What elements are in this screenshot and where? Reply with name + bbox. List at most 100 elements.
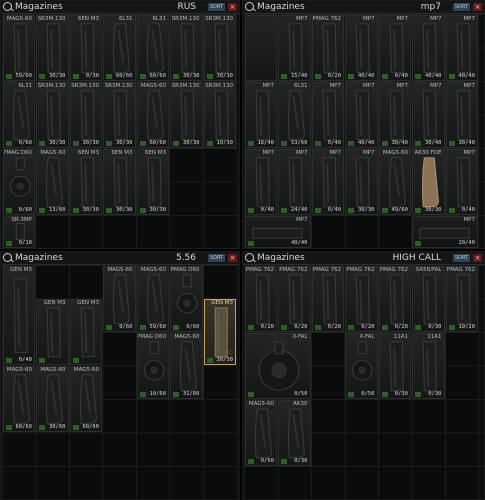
magazine-item[interactable]: PMAG 762 0/20 bbox=[345, 265, 378, 332]
magazine-item[interactable]: PMAG 762 0/20 bbox=[378, 265, 411, 332]
magazine-item[interactable]: MP7 15/40 bbox=[278, 14, 311, 81]
magazine-item[interactable]: SR3M.130 10/30 bbox=[203, 81, 236, 148]
magazine-item[interactable]: 6L31 53/60 bbox=[278, 81, 311, 148]
magazine-item[interactable]: 6EN M3 0/30 bbox=[69, 14, 102, 81]
found-in-raid-icon bbox=[314, 324, 321, 330]
search-icon[interactable] bbox=[3, 253, 12, 262]
magazine-item[interactable]: MAG5-60 60/60 bbox=[69, 366, 102, 432]
item-name: MAG5-60 bbox=[140, 82, 166, 89]
magazine-item[interactable]: MP7 40/40 bbox=[244, 215, 311, 248]
found-in-raid-icon bbox=[5, 241, 12, 246]
magazine-item[interactable]: SR3M.130 30/30 bbox=[103, 81, 136, 148]
magazine-item[interactable]: MP7 40/40 bbox=[345, 81, 378, 148]
magazine-item[interactable]: AK30 0/30 bbox=[278, 399, 311, 466]
magazine-item[interactable]: MP7 0/40 bbox=[244, 148, 277, 215]
magazine-icon bbox=[45, 374, 63, 425]
filter-label: HIGH CALL bbox=[392, 253, 442, 263]
magazine-item[interactable]: X-FAL 0/50 bbox=[345, 332, 378, 399]
magazine-item[interactable]: PMAG 762 0/20 bbox=[311, 265, 344, 332]
magazine-item[interactable]: PMAG 762 19/20 bbox=[445, 265, 478, 332]
item-name: 6L31 bbox=[152, 15, 166, 22]
found-in-raid-icon bbox=[5, 140, 12, 146]
sort-button[interactable]: SORT bbox=[452, 254, 470, 262]
magazine-icon bbox=[389, 89, 404, 140]
magazine-item[interactable]: PMAG 762 0/20 bbox=[278, 265, 311, 332]
magazine-item[interactable]: MP7 0/40 bbox=[311, 148, 344, 215]
magazine-item[interactable]: MAG5-60 49/60 bbox=[378, 148, 411, 215]
magazine-item[interactable]: PMAG D60 0/60 bbox=[170, 265, 203, 332]
close-button[interactable]: × bbox=[473, 3, 482, 11]
magazine-item[interactable]: MAG5-60 0/60 bbox=[244, 399, 277, 466]
search-icon[interactable] bbox=[245, 253, 254, 262]
magazine-item[interactable]: AK30 FDE 30/30 bbox=[412, 148, 445, 215]
magazine-item[interactable]: SR3M.130 30/30 bbox=[36, 14, 69, 81]
magazine-icon bbox=[255, 89, 270, 140]
ammo-count: 0/60 bbox=[18, 139, 32, 146]
magazine-item[interactable]: 6L31 60/60 bbox=[103, 14, 136, 81]
magazine-item[interactable]: MP7 0/40 bbox=[378, 14, 411, 81]
item-name: 6EN M3 bbox=[77, 15, 99, 22]
search-icon[interactable] bbox=[245, 2, 254, 11]
ammo-count: 30/60 bbox=[48, 424, 66, 430]
close-button[interactable]: × bbox=[473, 254, 482, 262]
magazine-item[interactable] bbox=[244, 14, 277, 81]
found-in-raid-icon bbox=[281, 324, 287, 330]
magazine-icon bbox=[288, 273, 303, 324]
magazine-item[interactable]: SR3M.130 30/30 bbox=[203, 14, 236, 81]
ammo-count: 0/30 bbox=[394, 390, 408, 397]
magazine-item[interactable]: PMAG D60 10/60 bbox=[136, 332, 169, 399]
magazine-item[interactable]: MP7 30/30 bbox=[345, 148, 378, 215]
magazine-item[interactable]: 11A1 0/30 bbox=[378, 332, 411, 399]
magazine-item[interactable]: 6EN M3 30/30 bbox=[136, 148, 169, 215]
magazine-item[interactable]: PMAG D60 0/60 bbox=[2, 148, 35, 215]
magazine-item[interactable]: X-FAL 0/50 bbox=[244, 332, 311, 399]
magazine-item[interactable]: MAG5-60 0/60 bbox=[103, 265, 136, 332]
close-button[interactable]: × bbox=[228, 254, 237, 262]
magazine-item[interactable]: SR3M.130 30/30 bbox=[170, 14, 203, 81]
sort-button[interactable]: SORT bbox=[207, 254, 225, 262]
sort-button[interactable]: SORT bbox=[452, 3, 470, 11]
magazine-item[interactable]: 6L31 60/60 bbox=[136, 14, 169, 81]
magazine-item[interactable]: 6EN M3 30/30 bbox=[69, 148, 102, 215]
magazine-item[interactable]: 6EN M3 30/30 bbox=[103, 148, 136, 215]
sort-button[interactable]: SORT bbox=[207, 3, 225, 11]
found-in-raid-icon bbox=[173, 73, 179, 79]
magazine-item[interactable]: MP7 0/40 bbox=[445, 148, 478, 215]
magazine-item[interactable]: MAG5-60 30/60 bbox=[36, 366, 69, 432]
magazine-item[interactable]: SR3M.130 30/30 bbox=[69, 81, 102, 148]
item-name: MP7 bbox=[262, 149, 274, 156]
magazine-item[interactable]: SR3M.130 30/30 bbox=[170, 81, 203, 148]
close-button[interactable]: × bbox=[228, 3, 237, 11]
magazine-item[interactable]: SA58/FAL 0/30 bbox=[412, 265, 445, 332]
magazine-item[interactable]: GEN M3 30/30 ♡ bbox=[203, 299, 236, 365]
magazine-item[interactable]: MP7 40/40 bbox=[412, 14, 445, 81]
magazine-item[interactable]: GEN M3 bbox=[36, 299, 69, 365]
magazine-item[interactable]: GEN M3 bbox=[69, 299, 102, 365]
item-grid: MAG5-60 59/60 SR3M.130 30/30 6EN M3 0/30 6L31 6… bbox=[2, 14, 238, 248]
magazine-item[interactable]: MP7 40/40 bbox=[445, 14, 478, 81]
magazine-item[interactable]: MP7 20/40 bbox=[412, 215, 478, 248]
magazine-item[interactable]: MAG5-60 13/60 bbox=[36, 148, 69, 215]
magazine-item[interactable]: PMAG 762 0/20 bbox=[244, 265, 277, 332]
magazine-item[interactable]: SR-3MP 0/10 bbox=[2, 215, 35, 248]
magazine-item[interactable]: MAG5-60 59/60 bbox=[136, 265, 169, 332]
magazine-item[interactable]: MAG5-60 59/60 bbox=[2, 14, 35, 81]
magazine-item[interactable]: MP7 0/40 bbox=[311, 81, 344, 148]
ammo-count: 60/60 bbox=[115, 72, 133, 79]
magazine-item[interactable]: MP7 30/40 bbox=[412, 81, 445, 148]
ammo-count: 30/30 bbox=[82, 139, 99, 146]
magazine-item[interactable]: GEN M3 0/40 bbox=[2, 265, 35, 365]
magazine-item[interactable]: MP7 30/40 bbox=[445, 81, 478, 148]
search-icon[interactable] bbox=[3, 2, 12, 11]
magazine-item[interactable]: SR3M.130 30/30 bbox=[36, 81, 69, 148]
magazine-item[interactable]: MP7 16/40 bbox=[244, 81, 277, 148]
magazine-item[interactable]: MAG5-60 31/60 bbox=[170, 332, 203, 399]
magazine-item[interactable]: MP7 30/40 bbox=[378, 81, 411, 148]
magazine-item[interactable]: 11A1 0/30 bbox=[412, 332, 445, 399]
magazine-item[interactable]: PMAG 762 0/20 bbox=[311, 14, 344, 81]
magazine-item[interactable]: MP7 24/40 bbox=[278, 148, 311, 215]
magazine-item[interactable]: MAG5-60 60/60 bbox=[136, 81, 169, 148]
magazine-item[interactable]: MAG5-60 60/60 bbox=[2, 366, 35, 432]
magazine-item[interactable]: MP7 40/40 bbox=[345, 14, 378, 81]
magazine-item[interactable]: 6L31 0/60 bbox=[2, 81, 35, 148]
